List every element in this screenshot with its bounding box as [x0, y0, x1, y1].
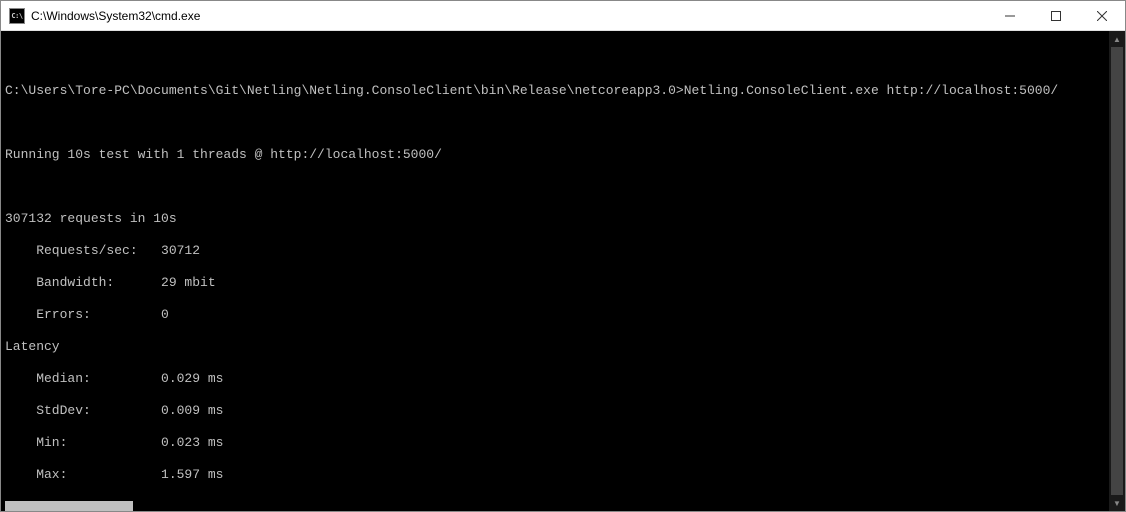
stat-value: 0.023 ms	[161, 435, 223, 450]
minimize-button[interactable]	[987, 1, 1033, 30]
stat-line: Requests/sec: 30712	[5, 243, 1105, 259]
terminal-area: C:\Users\Tore-PC\Documents\Git\Netling\N…	[1, 31, 1125, 511]
stat-value: 0	[161, 307, 169, 322]
histogram-bar	[5, 501, 133, 511]
stat-value: 0.009 ms	[161, 403, 223, 418]
stat-label: Min:	[5, 435, 161, 450]
scroll-down-icon[interactable]: ▼	[1109, 495, 1125, 511]
stat-value: 1.597 ms	[161, 467, 223, 482]
scrollbar[interactable]: ▲ ▼	[1109, 31, 1125, 511]
stat-line: Errors: 0	[5, 307, 1105, 323]
stat-value: 0.029 ms	[161, 371, 223, 386]
output-line	[5, 115, 1105, 131]
title-bar: C:\ C:\Windows\System32\cmd.exe	[1, 1, 1125, 31]
run-header: Running 10s test with 1 threads @ http:/…	[5, 147, 1105, 163]
stat-label: Median:	[5, 371, 161, 386]
latency-histogram	[5, 501, 1105, 511]
stat-line: Min: 0.023 ms	[5, 435, 1105, 451]
terminal[interactable]: C:\Users\Tore-PC\Documents\Git\Netling\N…	[1, 31, 1109, 511]
output-line	[5, 51, 1105, 67]
cmd-icon: C:\	[9, 8, 25, 24]
stat-line: Max: 1.597 ms	[5, 467, 1105, 483]
scrollbar-thumb[interactable]	[1111, 47, 1123, 495]
output-line	[5, 179, 1105, 195]
maximize-button[interactable]	[1033, 1, 1079, 30]
stat-value: 30712	[161, 243, 200, 258]
command-text: Netling.ConsoleClient.exe http://localho…	[684, 83, 1058, 98]
prompt-line: C:\Users\Tore-PC\Documents\Git\Netling\N…	[5, 83, 1105, 99]
stat-line: Bandwidth: 29 mbit	[5, 275, 1105, 291]
prompt-path: C:\Users\Tore-PC\Documents\Git\Netling\N…	[5, 83, 684, 98]
summary-line: 307132 requests in 10s	[5, 211, 1105, 227]
stat-label: Max:	[5, 467, 161, 482]
stat-label: Requests/sec:	[5, 243, 161, 258]
scroll-up-icon[interactable]: ▲	[1109, 31, 1125, 47]
stat-label: Errors:	[5, 307, 161, 322]
latency-header: Latency	[5, 339, 1105, 355]
stat-label: StdDev:	[5, 403, 161, 418]
window-title: C:\Windows\System32\cmd.exe	[31, 9, 987, 23]
stat-line: StdDev: 0.009 ms	[5, 403, 1105, 419]
close-button[interactable]	[1079, 1, 1125, 30]
stat-label: Bandwidth:	[5, 275, 161, 290]
stat-line: Median: 0.029 ms	[5, 371, 1105, 387]
stat-value: 29 mbit	[161, 275, 216, 290]
window-controls	[987, 1, 1125, 30]
